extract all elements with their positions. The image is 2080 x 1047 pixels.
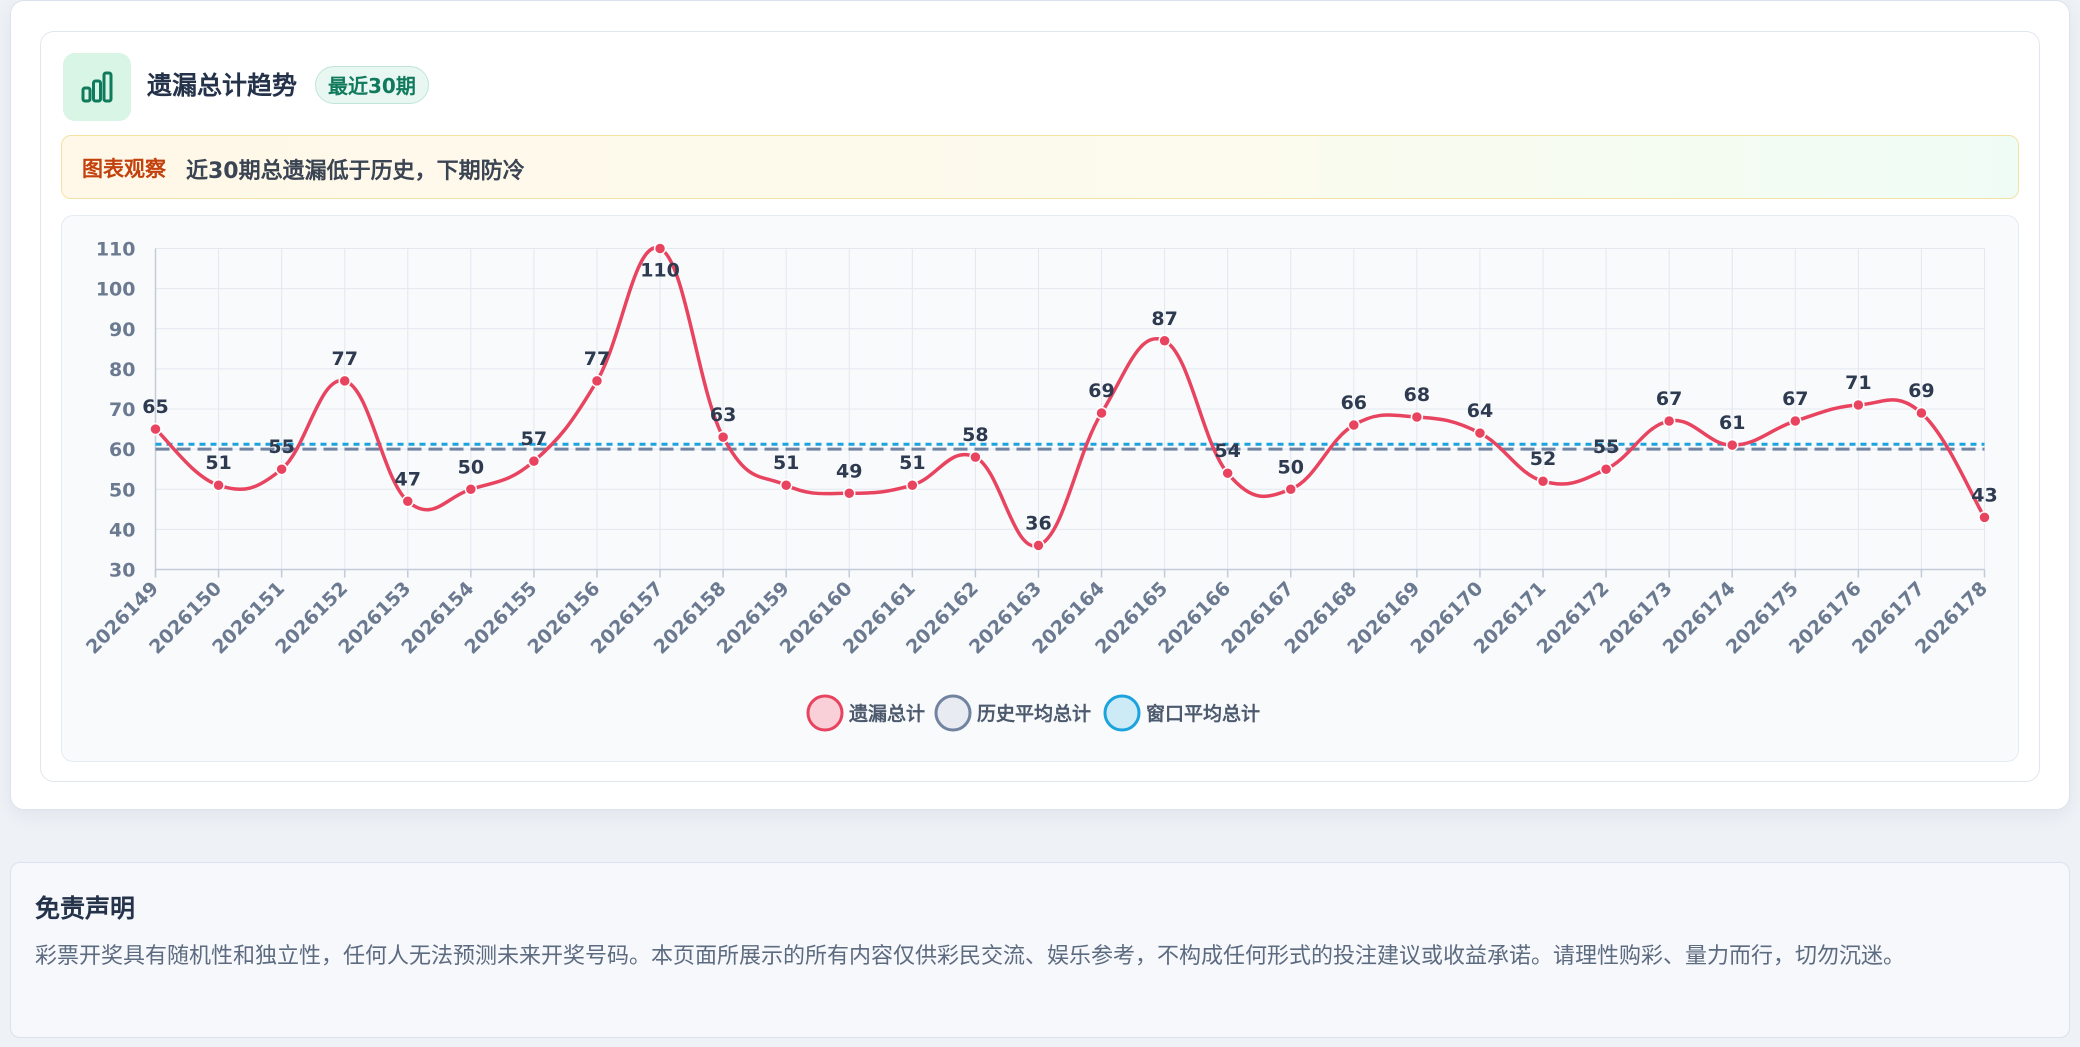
y-tick-label: 110 [96, 239, 136, 261]
chart-panel: 30 40 50 60 70 80 90 100 110 2026149 2026150 202615… [61, 215, 2019, 762]
data-point [401, 495, 415, 508]
data-point [969, 450, 982, 464]
data-label: 65 [142, 396, 168, 418]
data-label: 87 [1151, 308, 1177, 330]
disclaimer-title: 免责声明 [35, 894, 136, 923]
data-label: 55 [1593, 436, 1619, 458]
chart-section: 遗漏总计趋势 最近30期 图表观察 近30期总遗漏低于历史，下期防冷 30 40 5… [40, 31, 2040, 782]
data-label: 77 [584, 348, 610, 370]
data-label: 50 [1278, 456, 1304, 478]
data-point [1221, 466, 1234, 480]
data-point [464, 483, 478, 496]
data-label: 71 [1845, 372, 1871, 394]
data-point [590, 374, 604, 388]
data-point [843, 487, 856, 500]
data-label: 51 [773, 452, 799, 474]
bar-chart-icon-glyph [81, 71, 113, 103]
data-label: 110 [640, 260, 680, 282]
data-point [1158, 334, 1171, 348]
data-point [275, 462, 288, 476]
data-label: 58 [962, 424, 988, 446]
data-label: 54 [1214, 440, 1240, 462]
data-point [1032, 539, 1045, 552]
data-label: 36 [1025, 512, 1051, 534]
y-tick-label: 60 [109, 439, 135, 461]
legend-label: 遗漏总计 [848, 702, 925, 725]
y-tick-label: 30 [109, 560, 135, 582]
data-point [149, 422, 162, 436]
data-label: 49 [836, 460, 862, 482]
series-line [154, 246, 1986, 548]
y-tick-label: 70 [109, 399, 135, 421]
data-point [1978, 511, 1991, 524]
data-point [212, 478, 225, 492]
bar-chart-icon [63, 53, 131, 121]
trend-card: 遗漏总计趋势 最近30期 图表观察 近30期总遗漏低于历史，下期防冷 30 40 5… [10, 0, 2070, 810]
disclaimer-panel: 免责声明 彩票开奖具有随机性和独立性，任何人无法预测未来开奖号码。本页面所展示的… [10, 862, 2070, 1038]
y-tick-label: 100 [96, 279, 136, 301]
observation-text: 近30期总遗漏低于历史，下期防冷 [186, 159, 525, 184]
data-point [1725, 438, 1739, 452]
data-label: 55 [268, 436, 294, 458]
data-label: 51 [205, 452, 231, 474]
data-point [527, 454, 541, 468]
data-point [338, 374, 351, 388]
data-point [1662, 414, 1676, 428]
legend-swatch [1103, 694, 1141, 732]
line-chart: 3040506070809010011020261492026150202615… [82, 239, 1998, 732]
data-point [1095, 406, 1108, 420]
legend-label: 窗口平均总计 [1146, 702, 1260, 725]
data-label: 67 [1656, 388, 1682, 410]
data-point [716, 430, 730, 444]
data-label: 51 [899, 452, 925, 474]
data-point [1410, 410, 1424, 424]
card-title: 遗漏总计趋势 [147, 71, 298, 100]
y-tick-label: 40 [109, 519, 135, 541]
data-point [1599, 462, 1613, 476]
legend-swatch [806, 694, 844, 732]
data-point [779, 478, 793, 492]
data-label: 77 [331, 348, 357, 370]
data-point [1915, 406, 1928, 420]
data-label: 64 [1467, 400, 1493, 422]
data-label: 67 [1782, 388, 1808, 410]
data-point [1536, 474, 1550, 488]
data-point [906, 478, 919, 492]
y-tick-label: 50 [109, 479, 135, 501]
data-label: 50 [458, 456, 484, 478]
data-point [1852, 398, 1865, 412]
period-badge: 最近30期 [315, 66, 429, 104]
legend-label: 历史平均总计 [977, 702, 1091, 725]
legend-swatch [934, 694, 972, 732]
data-point [653, 242, 667, 255]
data-label: 52 [1530, 448, 1556, 470]
data-point [1789, 414, 1802, 428]
y-tick-label: 80 [109, 359, 135, 381]
data-label: 61 [1719, 412, 1745, 434]
data-point [1284, 483, 1297, 496]
data-point [1347, 418, 1361, 432]
data-label: 63 [710, 404, 736, 426]
data-label: 68 [1404, 384, 1430, 406]
data-label: 47 [395, 468, 421, 490]
observation-banner: 图表观察 近30期总遗漏低于历史，下期防冷 [61, 135, 2019, 199]
data-label: 43 [1971, 484, 1997, 506]
data-label: 57 [521, 428, 547, 450]
data-label: 69 [1908, 380, 1934, 402]
data-label: 69 [1088, 380, 1114, 402]
data-point [1473, 426, 1487, 440]
data-label: 66 [1341, 392, 1367, 414]
y-tick-label: 90 [109, 319, 135, 341]
observation-tag: 图表观察 [82, 157, 166, 181]
disclaimer-text: 彩票开奖具有随机性和独立性，任何人无法预测未来开奖号码。本页面所展示的所有内容仅… [35, 944, 1906, 969]
